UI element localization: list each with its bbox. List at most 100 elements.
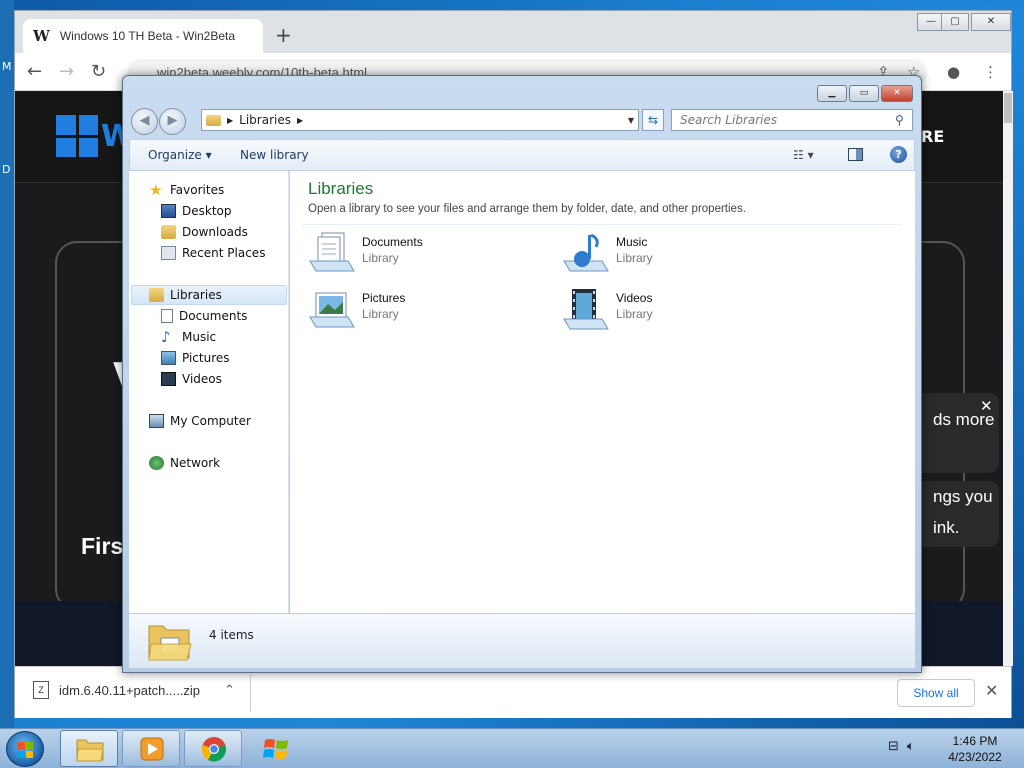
nav-label: Recent Places [182, 246, 266, 260]
windows-flag-icon [17, 742, 33, 758]
libraries-icon [149, 288, 164, 302]
organize-button[interactable]: Organize ▾ [148, 148, 212, 162]
browser-restore-button[interactable]: ▢ [941, 13, 969, 31]
explorer-close-button[interactable]: ✕ [881, 85, 913, 102]
library-videos[interactable]: Videos Library [562, 287, 792, 337]
video-film-icon [161, 372, 176, 386]
nav-downloads[interactable]: Downloads [161, 225, 248, 239]
scroll-thumb[interactable] [1004, 93, 1012, 123]
library-name: Documents [362, 235, 423, 249]
libraries-folder-icon [148, 625, 192, 661]
music-library-icon [563, 233, 609, 272]
explorer-maximize-button[interactable]: ▭ [849, 85, 879, 102]
taskbar-explorer[interactable] [60, 730, 118, 767]
download-bar-close-icon[interactable]: ✕ [985, 681, 998, 700]
desktop-edge [0, 0, 14, 728]
nav-label: Favorites [170, 183, 225, 197]
explorer-minimize-button[interactable]: ▁ [817, 85, 847, 102]
browser-close-button[interactable]: ✕ [971, 13, 1011, 31]
new-library-button[interactable]: New library [240, 148, 309, 162]
search-icon[interactable]: ⚲ [895, 113, 916, 127]
library-type: Library [616, 307, 653, 321]
nav-label: Libraries [170, 288, 222, 302]
pictures-icon [161, 351, 176, 365]
back-arrow-icon[interactable]: ← [27, 61, 42, 82]
nav-label: My Computer [170, 414, 251, 428]
videos-library-icon [563, 289, 609, 330]
forward-icon[interactable]: ▶ [159, 108, 186, 135]
change-view-icon[interactable]: ☷ ▾ [793, 148, 814, 162]
hero-text: Firs [81, 533, 124, 559]
chevron-down-icon[interactable]: ▼ [628, 116, 634, 125]
back-icon[interactable]: ◀ [131, 108, 158, 135]
chevron-up-icon[interactable]: ⌃ [224, 682, 235, 698]
library-music[interactable]: Music Library [562, 231, 792, 281]
item-count: 4 items [209, 628, 254, 642]
nav-recent-places[interactable]: Recent Places [161, 246, 265, 260]
chrome-icon [202, 737, 226, 762]
page-title: Libraries [308, 179, 374, 198]
browser-tab[interactable]: W Windows 10 TH Beta - Win2Beta [23, 19, 263, 53]
refresh-icon[interactable]: ⇆ [642, 109, 664, 131]
library-name: Pictures [362, 291, 406, 305]
page-scrollbar[interactable] [1003, 91, 1013, 666]
library-documents[interactable]: Documents Library [308, 231, 538, 281]
windows-logo-icon[interactable] [56, 115, 98, 157]
nav-label: Pictures [182, 351, 230, 365]
new-tab-button[interactable]: + [275, 23, 292, 47]
start-button[interactable] [6, 731, 44, 767]
help-icon[interactable]: ? [890, 146, 907, 163]
clock[interactable]: 1:46 PM 4/23/2022 [940, 733, 1010, 765]
explorer-folder-icon [76, 739, 104, 762]
nav-label: Desktop [182, 204, 232, 218]
details-pane: 4 items [129, 613, 915, 668]
network-tray-icon[interactable]: ⊟ [888, 739, 899, 754]
profile-avatar-icon[interactable]: ● [947, 63, 960, 81]
taskbar-chrome[interactable] [184, 730, 242, 767]
document-icon [161, 309, 173, 323]
explorer-address-bar[interactable]: ▶ Libraries ▶ ▼ [201, 109, 639, 131]
search-input[interactable]: Search Libraries [671, 109, 913, 131]
library-type: Library [616, 251, 653, 265]
nav-desktop[interactable]: Desktop [161, 204, 232, 218]
download-bar: Z idm.6.40.11+patch.....zip ⌃ Show all ✕ [15, 666, 1011, 718]
network-icon [149, 456, 164, 470]
nav-documents[interactable]: Documents [161, 309, 247, 323]
nav-videos[interactable]: Videos [161, 372, 222, 386]
forward-arrow-icon[interactable]: → [59, 61, 74, 82]
library-pictures[interactable]: Pictures Library [308, 287, 538, 337]
download-item[interactable]: Z idm.6.40.11+patch.....zip ⌃ [33, 681, 235, 699]
explorer-window: ▁ ▭ ✕ ◀ ▶ ▶ Libraries ▶ ▼ ⇆ Search Libra… [122, 75, 922, 673]
desktop-edge-letter: D [2, 163, 11, 176]
nav-label: Videos [182, 372, 222, 386]
tab-strip: W Windows 10 TH Beta - Win2Beta + — ▢ ✕ [15, 11, 1011, 53]
nav-music[interactable]: ♪ Music [161, 330, 216, 345]
navigation-pane: ★ Favorites Desktop Downloads Recent Pla… [129, 171, 289, 613]
breadcrumb-libraries[interactable]: Libraries [239, 113, 291, 127]
nav-pictures[interactable]: Pictures [161, 351, 230, 365]
breadcrumb-arrow-icon[interactable]: ▶ [227, 116, 233, 125]
nav-label: Network [170, 456, 221, 470]
show-all-button[interactable]: Show all [897, 679, 975, 707]
nav-my-computer[interactable]: My Computer [149, 414, 251, 428]
taskbar-media-player[interactable] [122, 730, 180, 767]
zip-file-icon: Z [33, 681, 49, 699]
reload-icon[interactable]: ↻ [91, 61, 106, 82]
breadcrumb-arrow-icon[interactable]: ▶ [297, 116, 303, 125]
taskbar-windows-app[interactable] [246, 730, 304, 767]
nav-favorites[interactable]: ★ Favorites [149, 183, 225, 198]
menu-dots-icon[interactable]: ⋮ [983, 63, 998, 81]
desktop-icon [161, 204, 176, 218]
site-favicon-icon: W [33, 27, 50, 45]
nav-libraries[interactable]: Libraries [149, 288, 222, 302]
popup-close-icon[interactable]: ✕ [980, 397, 993, 415]
volume-icon[interactable]: 🔈︎ [907, 739, 915, 754]
tab-title: Windows 10 TH Beta - Win2Beta [59, 29, 236, 43]
library-type: Library [362, 307, 399, 321]
header-link[interactable]: RE [921, 127, 944, 146]
nav-network[interactable]: Network [149, 456, 220, 470]
preview-pane-icon[interactable] [848, 148, 863, 161]
download-file-name: idm.6.40.11+patch.....zip [59, 682, 201, 698]
downloads-folder-icon [161, 225, 176, 239]
libraries-content: Libraries Open a library to see your fil… [290, 171, 915, 613]
